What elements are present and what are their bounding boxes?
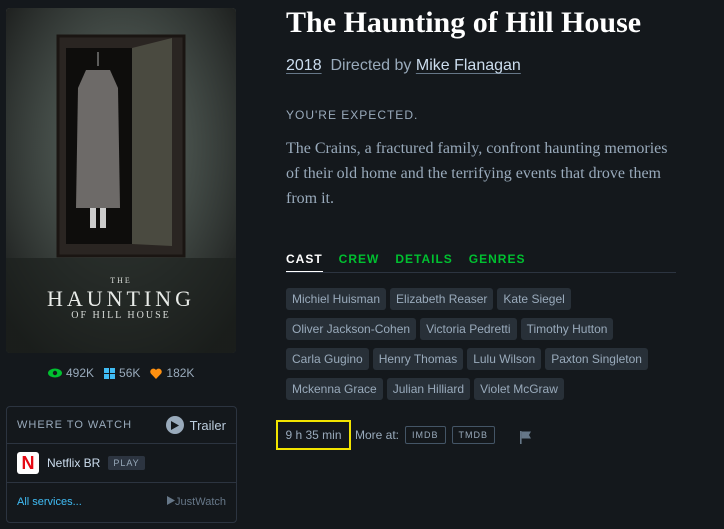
likes-stat[interactable]: 182K (150, 366, 194, 380)
tab-genres[interactable]: GENRES (469, 252, 526, 272)
justwatch-link[interactable]: JustWatch (167, 496, 226, 508)
poster-title-main: HAUNTING (46, 286, 196, 311)
cast-member[interactable]: Julian Hilliard (386, 378, 471, 400)
film-tagline: YOU'RE EXPECTED. (286, 108, 419, 122)
film-tabs: CAST CREW DETAILS GENRES (286, 252, 676, 273)
film-poster[interactable]: THE HAUNTING OF HILL HOUSE (6, 8, 236, 353)
film-title: The Haunting of Hill House (286, 6, 642, 39)
cast-member[interactable]: Henry Thomas (372, 348, 464, 370)
cast-row: Oliver Jackson-Cohen Victoria Pedretti T… (286, 318, 686, 340)
poster-title-sub: OF HILL HOUSE (71, 310, 171, 321)
film-synopsis: The Crains, a fractured family, confront… (286, 140, 668, 207)
tmdb-button[interactable]: TMDB (451, 426, 496, 444)
justwatch-label: JustWatch (175, 496, 226, 508)
watches-count: 492K (66, 366, 95, 380)
cast-member[interactable]: Elizabeth Reaser (390, 288, 494, 310)
cast-member[interactable]: Mckenna Grace (286, 378, 383, 400)
cast-member[interactable]: Victoria Pedretti (420, 318, 517, 340)
play-icon (165, 416, 184, 434)
cast-list: Michiel Huisman Elizabeth Reaser Kate Si… (286, 288, 686, 408)
flag-icon[interactable] (519, 430, 533, 444)
cast-member[interactable]: Carla Gugino (286, 348, 369, 370)
likes-count: 182K (166, 366, 195, 380)
tab-cast[interactable]: CAST (286, 252, 323, 272)
film-meta: 2018 Directed by Mike Flanagan (286, 57, 521, 75)
more-at-label: More at: (355, 428, 400, 442)
trailer-button[interactable]: Trailer (165, 416, 226, 434)
directed-by-label: Directed by (330, 57, 412, 74)
cast-member[interactable]: Timothy Hutton (520, 318, 614, 340)
where-to-watch-panel: WHERE TO WATCH Trailer N Netflix BR PLAY… (6, 406, 237, 523)
imdb-button[interactable]: IMDB (405, 426, 446, 444)
lists-count: 56K (119, 366, 141, 380)
heart-icon (150, 368, 163, 379)
runtime-highlight: 9 h 35 min (276, 420, 351, 450)
eye-icon (48, 368, 62, 378)
all-services-link[interactable]: All services... (17, 496, 82, 508)
cast-member[interactable]: Violet McGraw (474, 378, 564, 400)
cast-member[interactable]: Kate Siegel (497, 288, 571, 310)
cast-row: Carla Gugino Henry Thomas Lulu Wilson Pa… (286, 348, 686, 370)
trailer-label: Trailer (189, 417, 226, 433)
poster-title-small: THE (110, 276, 132, 285)
cast-member[interactable]: Oliver Jackson-Cohen (286, 318, 417, 340)
where-to-watch-footer: All services... JustWatch (7, 483, 236, 521)
grid-icon (104, 367, 116, 379)
cast-member[interactable]: Michiel Huisman (286, 288, 387, 310)
film-year-link[interactable]: 2018 (286, 57, 322, 74)
cast-row: Michiel Huisman Elizabeth Reaser Kate Si… (286, 288, 686, 310)
watches-stat[interactable]: 492K (48, 366, 94, 380)
tab-details[interactable]: DETAILS (395, 252, 452, 272)
tab-crew[interactable]: CREW (339, 252, 380, 272)
where-to-watch-header: WHERE TO WATCH Trailer (7, 407, 236, 444)
film-footer: 9 h 35 min More at: IMDB TMDB (276, 420, 533, 450)
cast-member[interactable]: Paxton Singleton (545, 348, 648, 370)
director-link[interactable]: Mike Flanagan (416, 57, 521, 74)
film-stats: 492K 56K 182K (48, 366, 194, 380)
cast-row: Mckenna Grace Julian Hilliard Violet McG… (286, 378, 686, 400)
lists-stat[interactable]: 56K (104, 366, 140, 380)
play-badge[interactable]: PLAY (108, 456, 145, 470)
cast-member[interactable]: Lulu Wilson (467, 348, 542, 370)
runtime: 9 h 35 min (285, 428, 342, 442)
netflix-icon: N (17, 452, 39, 474)
service-name: Netflix BR (47, 456, 101, 470)
justwatch-icon (167, 496, 176, 505)
service-row-netflix[interactable]: N Netflix BR PLAY (7, 444, 236, 483)
where-to-watch-title: WHERE TO WATCH (17, 419, 133, 431)
